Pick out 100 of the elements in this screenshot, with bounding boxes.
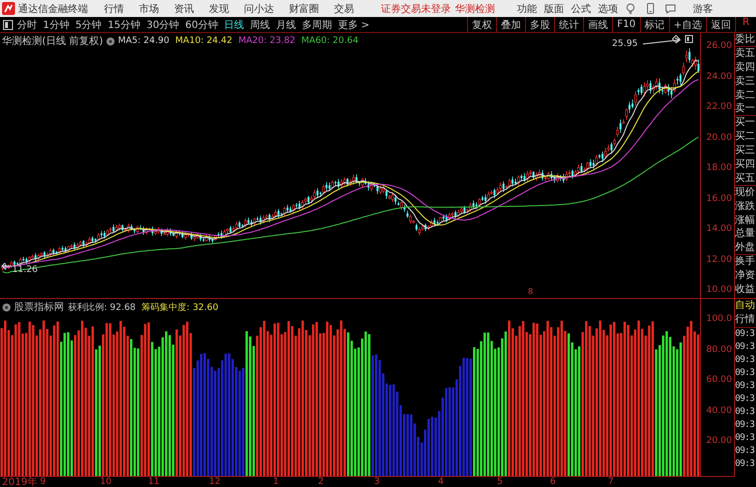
quote-label: 卖四 <box>735 60 756 75</box>
diamond-icon <box>672 35 680 43</box>
menu-item[interactable]: 财富圈 <box>289 2 319 16</box>
date-label: 12 <box>209 477 220 487</box>
trade-time: 09:3 <box>735 419 756 432</box>
menu-item[interactable]: 发现 <box>209 2 229 16</box>
trade-time: 09:3 <box>735 341 756 354</box>
indicator-tick: 20.00 <box>706 436 732 446</box>
indicator-name: 股票指标网 <box>14 300 64 314</box>
period-tab[interactable]: 15分钟 <box>108 18 140 32</box>
login-notice[interactable]: 证券交易未登录 <box>381 2 451 16</box>
date-label: 7 <box>608 477 614 487</box>
circle-icon <box>106 36 115 46</box>
quote-label: 卖一 <box>735 102 756 116</box>
phone-icon[interactable] <box>645 3 656 14</box>
indicator-tick: 80.00 <box>706 344 732 354</box>
square-icon <box>685 35 693 43</box>
toolbar-button[interactable]: 多股 <box>525 17 554 32</box>
menu-item[interactable]: 公式 <box>571 2 591 16</box>
trade-time: 09:3 <box>735 367 756 380</box>
period-tab[interactable]: 日线 <box>224 18 244 32</box>
lightbulb-icon <box>625 3 636 14</box>
period-tab[interactable]: 月线 <box>276 18 296 32</box>
app-title: 通达信金融终端 <box>18 2 88 16</box>
trade-time: 09:3 <box>735 406 756 419</box>
price-tick: 20.00 <box>706 132 732 142</box>
chat-icon[interactable] <box>665 3 676 14</box>
quote-label: 卖三 <box>735 74 756 89</box>
quote-label: 现价 <box>735 186 756 200</box>
period-tab[interactable]: 1分钟 <box>43 18 70 32</box>
quote-label: 买三 <box>735 144 756 158</box>
toolbar-button[interactable]: 标记 <box>640 17 669 32</box>
toolbar-button[interactable]: 返回 <box>706 17 735 32</box>
price-tick: 24.00 <box>706 72 732 82</box>
date-label: 6 <box>550 477 556 487</box>
mode-label[interactable]: 自动 <box>735 299 756 313</box>
menu-item[interactable]: 功能 <box>517 2 537 16</box>
ma-legend: MA60: 20.64 <box>301 36 358 46</box>
menu-item[interactable]: 问小达 <box>244 2 274 16</box>
chart-marker: 8 <box>528 287 534 296</box>
logo-icon <box>2 2 15 15</box>
toolbar-button[interactable]: 统计 <box>554 17 584 32</box>
quote-label: 买二 <box>735 130 756 144</box>
toolbar-button[interactable]: 叠加 <box>496 17 526 32</box>
menu-item[interactable]: 版面 <box>544 2 564 16</box>
quote-label: 涨跌 <box>735 200 756 214</box>
quote-label: 外盘 <box>735 241 756 256</box>
date-label: 5 <box>497 477 503 487</box>
arrow-icon <box>642 37 682 47</box>
menu-item[interactable]: 市场 <box>139 2 159 16</box>
indicator-tick: 40.00 <box>706 406 732 416</box>
toolbar-button[interactable]: 复权 <box>467 17 496 32</box>
toolbar-button[interactable]: F10 <box>612 17 640 32</box>
user-label[interactable]: 游客 <box>693 2 713 16</box>
period-tab[interactable]: 30分钟 <box>146 18 180 32</box>
period-tab[interactable]: 周线 <box>250 18 270 32</box>
trade-time: 09:3 <box>735 432 756 445</box>
date-label: 11 <box>148 477 160 487</box>
indicator-value: 筹码集中度: 32.60 <box>142 302 218 314</box>
period-tab[interactable]: 分时 <box>17 18 37 32</box>
period-tab[interactable]: 更多 > <box>338 18 370 32</box>
corner-label: R <box>735 17 756 32</box>
price-tick: 22.00 <box>706 102 732 112</box>
trade-time: 09:3 <box>735 354 756 367</box>
date-label: 1 <box>273 477 279 487</box>
menu-item[interactable]: 行情 <box>104 2 124 16</box>
quote-label: 买五 <box>735 172 756 186</box>
ma-legend: MA5: 24.90 <box>118 36 170 46</box>
trade-time: 09:3 <box>735 327 756 341</box>
trade-time: 09:3 <box>735 458 756 471</box>
panel-toggle-icon <box>3 20 13 30</box>
trade-time: 09:3 <box>735 380 756 393</box>
date-label: 3 <box>374 477 380 487</box>
quote-label: 涨幅 <box>735 214 756 228</box>
quote-label: 换手 <box>735 255 756 270</box>
circle-icon <box>2 302 11 312</box>
quote-label: 卖二 <box>735 88 756 102</box>
mode-sub-label: 行情 <box>735 313 756 327</box>
price-tick: 16.00 <box>706 194 732 204</box>
trade-time: 09:3 <box>735 445 756 458</box>
period-tab[interactable]: 60分钟 <box>185 18 218 32</box>
date-label: 9 <box>40 477 46 487</box>
toolbar-button[interactable]: +自选 <box>668 17 706 32</box>
quote-label: 净资 <box>735 269 756 284</box>
trade-time: 09:3 <box>735 393 756 406</box>
period-tab[interactable]: 5分钟 <box>75 18 102 32</box>
menu-item[interactable]: 选项 <box>598 2 618 16</box>
period-tab[interactable]: 多周期 <box>302 18 332 32</box>
chart-title: 华测检测(日线 前复权) <box>2 34 103 48</box>
price-tick: 10.00 <box>706 285 732 295</box>
ma-legend: MA20: 23.82 <box>238 36 296 46</box>
toolbar-button[interactable]: 画线 <box>583 17 612 32</box>
menu-item[interactable]: 交易 <box>334 2 354 16</box>
menu-item[interactable]: 资讯 <box>174 2 194 16</box>
quote-label: 委比 <box>735 33 756 47</box>
quote-label: 买一 <box>735 116 756 130</box>
stock-link[interactable]: 华测检测 <box>455 2 495 16</box>
ma-legend: MA10: 24.42 <box>175 36 232 46</box>
price-tick: 12.00 <box>706 254 732 264</box>
quote-label: 总量 <box>735 227 756 242</box>
